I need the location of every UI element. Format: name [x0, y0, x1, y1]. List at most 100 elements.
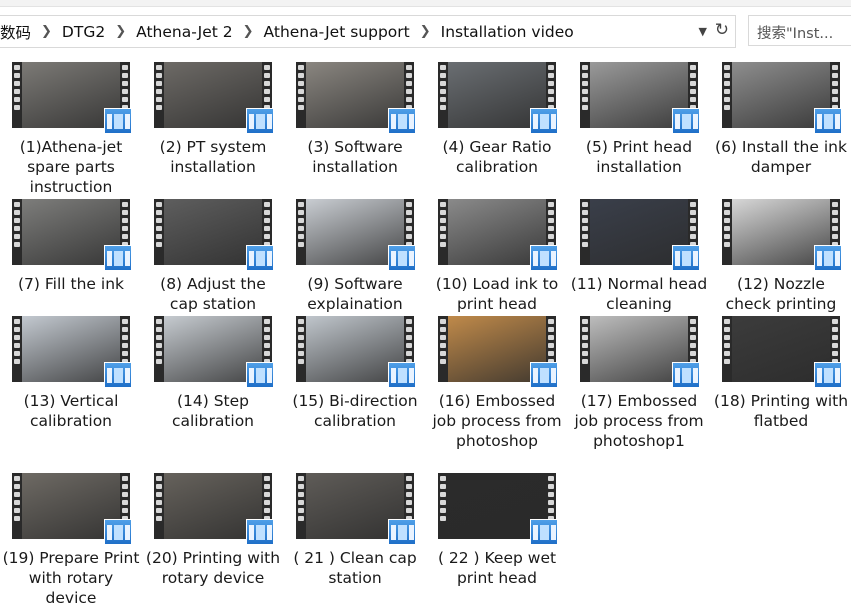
- video-thumbnail[interactable]: [438, 62, 558, 134]
- video-thumbnail[interactable]: [296, 316, 416, 388]
- video-file-icon: [388, 519, 416, 545]
- video-file-item[interactable]: (18) Printing with flatbed: [710, 316, 851, 431]
- video-thumbnail[interactable]: [580, 316, 700, 388]
- video-file-icon: [530, 245, 558, 271]
- film-strip-edge: [296, 316, 306, 382]
- video-thumbnail[interactable]: [296, 199, 416, 271]
- video-file-item[interactable]: (7) Fill the ink: [0, 199, 142, 294]
- ribbon-strip: [0, 0, 851, 7]
- address-bar: 数码 ❯ DTG2 ❯ Athena-Jet 2 ❯ Athena-Jet su…: [0, 15, 851, 48]
- video-thumbnail[interactable]: [580, 62, 700, 134]
- video-thumbnail[interactable]: [296, 473, 416, 545]
- video-file-icon: [388, 362, 416, 388]
- video-thumbnail[interactable]: [438, 473, 558, 545]
- film-strip-edge: [12, 316, 22, 382]
- file-name-label: (1)Athena-jet spare parts instruction: [19, 138, 123, 196]
- video-file-item[interactable]: (5) Print head installation: [568, 62, 710, 177]
- video-file-item[interactable]: (4) Gear Ratio calibration: [426, 62, 568, 177]
- video-file-item[interactable]: ( 21 ) Clean cap station: [284, 473, 426, 588]
- file-name-label: (8) Adjust the cap station: [160, 275, 266, 313]
- video-file-icon: [814, 108, 842, 134]
- video-file-item[interactable]: (19) Prepare Print with rotary device: [0, 473, 142, 608]
- video-file-item[interactable]: (9) Software explaination: [284, 199, 426, 314]
- file-name-label: (19) Prepare Print with rotary device: [2, 549, 140, 607]
- film-strip-edge: [580, 199, 590, 265]
- video-file-item[interactable]: (14) Step calibration: [142, 316, 284, 431]
- file-name-label: (10) Load ink to print head: [435, 275, 559, 313]
- video-file-icon: [672, 245, 700, 271]
- chevron-right-icon[interactable]: ❯: [35, 24, 58, 39]
- search-input[interactable]: 搜索"Inst...: [748, 15, 851, 46]
- chevron-right-icon[interactable]: ❯: [414, 24, 437, 39]
- film-strip-edge: [438, 316, 448, 382]
- video-file-item[interactable]: (1)Athena-jet spare parts instruction: [0, 62, 142, 197]
- film-strip-edge: [438, 473, 448, 539]
- file-name-label: (6) Install the ink damper: [715, 138, 847, 176]
- video-file-icon: [104, 108, 132, 134]
- video-thumbnail[interactable]: [12, 473, 132, 545]
- chevron-down-icon[interactable]: ▼: [699, 25, 707, 38]
- video-file-item[interactable]: (10) Load ink to print head: [426, 199, 568, 314]
- file-name-label: (4) Gear Ratio calibration: [442, 138, 552, 176]
- file-name-label: (20) Printing with rotary device: [145, 549, 281, 587]
- video-thumbnail[interactable]: [438, 316, 558, 388]
- film-strip-edge: [722, 62, 732, 128]
- film-strip-edge: [296, 62, 306, 128]
- film-strip-edge: [722, 316, 732, 382]
- file-name-label: (15) Bi-direction calibration: [292, 392, 418, 430]
- film-strip-edge: [438, 199, 448, 265]
- video-thumbnail[interactable]: [12, 316, 132, 388]
- video-thumbnail[interactable]: [154, 316, 274, 388]
- video-thumbnail[interactable]: [722, 199, 842, 271]
- chevron-right-icon[interactable]: ❯: [237, 24, 260, 39]
- video-file-icon: [672, 362, 700, 388]
- file-name-label: (16) Embossed job process from photoshop: [432, 392, 562, 450]
- refresh-icon[interactable]: ↻: [715, 20, 729, 40]
- video-file-icon: [246, 108, 274, 134]
- file-name-label: ( 21 ) Clean cap station: [293, 549, 417, 587]
- file-name-label: (17) Embossed job process from photoshop…: [574, 392, 704, 450]
- video-file-icon: [246, 362, 274, 388]
- video-file-item[interactable]: (16) Embossed job process from photoshop: [426, 316, 568, 451]
- video-file-icon: [530, 519, 558, 545]
- file-name-label: (3) Software installation: [307, 138, 403, 176]
- breadcrumb-item[interactable]: 数码: [0, 21, 35, 43]
- video-file-icon: [246, 519, 274, 545]
- video-file-item[interactable]: (2) PT system installation: [142, 62, 284, 177]
- video-file-item[interactable]: (12) Nozzle check printing: [710, 199, 851, 314]
- breadcrumb-item[interactable]: Athena-Jet support: [260, 23, 414, 41]
- breadcrumb[interactable]: 数码 ❯ DTG2 ❯ Athena-Jet 2 ❯ Athena-Jet su…: [0, 15, 736, 48]
- video-file-item[interactable]: (6) Install the ink damper: [710, 62, 851, 177]
- video-file-item[interactable]: (15) Bi-direction calibration: [284, 316, 426, 431]
- video-thumbnail[interactable]: [722, 316, 842, 388]
- breadcrumb-item[interactable]: DTG2: [58, 23, 109, 41]
- video-thumbnail[interactable]: [154, 473, 274, 545]
- breadcrumb-item[interactable]: Athena-Jet 2: [132, 23, 237, 41]
- video-thumbnail[interactable]: [580, 199, 700, 271]
- film-strip-edge: [580, 316, 590, 382]
- file-name-label: (12) Nozzle check printing: [725, 275, 837, 313]
- breadcrumb-item[interactable]: Installation video: [437, 23, 578, 41]
- video-file-item[interactable]: (3) Software installation: [284, 62, 426, 177]
- video-file-item[interactable]: (11) Normal head cleaning: [568, 199, 710, 314]
- video-thumbnail[interactable]: [154, 62, 274, 134]
- video-file-item[interactable]: (8) Adjust the cap station: [142, 199, 284, 314]
- film-strip-edge: [12, 199, 22, 265]
- film-strip-edge: [154, 199, 164, 265]
- video-file-item[interactable]: ( 22 ) Keep wet print head: [426, 473, 568, 588]
- file-name-label: (13) Vertical calibration: [23, 392, 119, 430]
- video-thumbnail[interactable]: [154, 199, 274, 271]
- chevron-right-icon[interactable]: ❯: [109, 24, 132, 39]
- video-thumbnail[interactable]: [12, 62, 132, 134]
- video-thumbnail[interactable]: [722, 62, 842, 134]
- video-file-item[interactable]: (13) Vertical calibration: [0, 316, 142, 431]
- file-name-label: (7) Fill the ink: [18, 275, 124, 293]
- video-thumbnail[interactable]: [12, 199, 132, 271]
- file-name-label: ( 22 ) Keep wet print head: [437, 549, 557, 587]
- video-file-item[interactable]: (20) Printing with rotary device: [142, 473, 284, 588]
- video-thumbnail[interactable]: [296, 62, 416, 134]
- video-thumbnail[interactable]: [438, 199, 558, 271]
- film-strip-edge: [12, 473, 22, 539]
- video-file-item[interactable]: (17) Embossed job process from photoshop…: [568, 316, 710, 451]
- film-strip-edge: [722, 199, 732, 265]
